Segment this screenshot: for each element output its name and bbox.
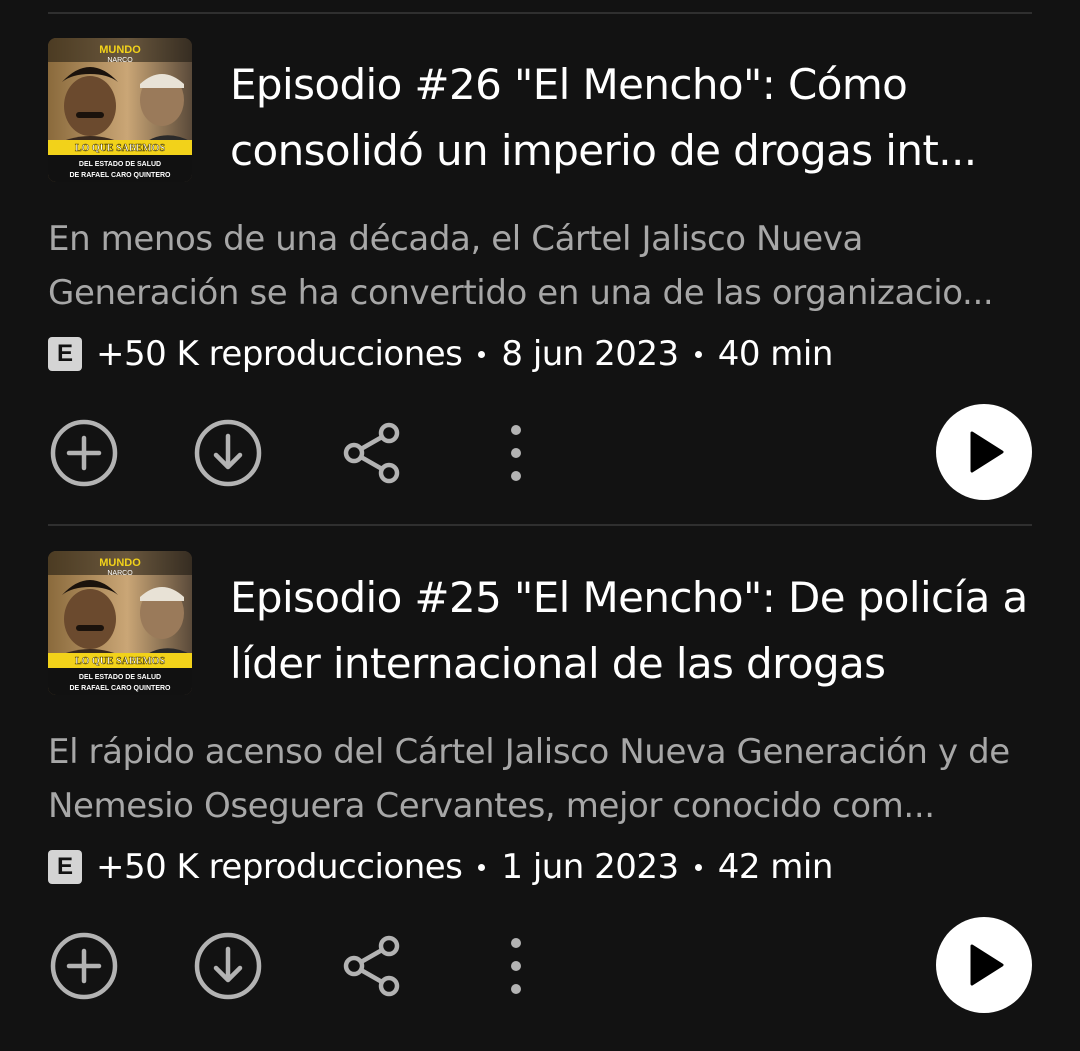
- share-icon: [343, 422, 400, 484]
- share-button[interactable]: [337, 418, 407, 488]
- episode-meta: E +50 K reproducciones 8 jun 2023 40 min: [48, 330, 833, 378]
- episode-artwork: MUNDO NARCO LO QUE SABEMOS DEL ESTADO DE…: [48, 551, 192, 695]
- download-button[interactable]: [193, 418, 263, 488]
- play-icon: [970, 944, 1004, 986]
- more-options-button[interactable]: [481, 931, 551, 1001]
- episode-duration: 42 min: [717, 847, 834, 887]
- add-circle-icon: [50, 419, 118, 487]
- thumbnail-banner-text: LO QUE SABEMOS: [75, 656, 165, 667]
- share-button[interactable]: [337, 931, 407, 1001]
- play-button[interactable]: [936, 917, 1032, 1013]
- thumbnail-brand-bottom: NARCO: [107, 570, 133, 577]
- top-divider: [48, 12, 1032, 14]
- episode-actions: [48, 404, 1032, 500]
- thumbnail-caption-line2: DE RAFAEL CARO QUINTERO: [70, 172, 172, 179]
- episode-artwork: MUNDO NARCO LO QUE SABEMOS DEL ESTADO DE…: [48, 38, 192, 182]
- thumbnail-brand-top: MUNDO: [99, 44, 141, 56]
- episode-duration: 40 min: [717, 334, 834, 374]
- episode-date: 1 jun 2023: [501, 847, 679, 887]
- thumbnail-banner-text: LO QUE SABEMOS: [75, 143, 165, 154]
- explicit-badge: E: [48, 337, 82, 371]
- thumbnail-caption-line1: DEL ESTADO DE SALUD: [79, 161, 161, 168]
- thumbnail-caption-line2: DE RAFAEL CARO QUINTERO: [70, 685, 172, 692]
- more-vertical-icon: [511, 425, 521, 481]
- play-icon: [970, 431, 1004, 473]
- episode-plays: +50 K reproducciones: [96, 847, 463, 887]
- thumbnail-caption-line1: DEL ESTADO DE SALUD: [79, 674, 161, 681]
- more-vertical-icon: [511, 938, 521, 994]
- download-circle-icon: [194, 932, 262, 1000]
- thumbnail-brand-bottom: NARCO: [107, 57, 133, 64]
- episode-row[interactable]: MUNDO NARCO LO QUE SABEMOS DEL ESTADO DE…: [48, 38, 1032, 538]
- episode-meta: E +50 K reproducciones 1 jun 2023 42 min: [48, 843, 833, 891]
- explicit-badge: E: [48, 850, 82, 884]
- separator-dot: [694, 863, 702, 871]
- episode-description: En menos de una década, el Cártel Jalisc…: [48, 219, 994, 313]
- episode-plays: +50 K reproducciones: [96, 334, 463, 374]
- add-circle-icon: [50, 932, 118, 1000]
- play-button[interactable]: [936, 404, 1032, 500]
- more-options-button[interactable]: [481, 418, 551, 488]
- share-icon: [343, 935, 400, 997]
- episode-title[interactable]: Episodio #25 "El Mencho": De policía a l…: [230, 565, 1030, 697]
- separator-dot: [478, 863, 486, 871]
- episode-actions: [48, 917, 1032, 1013]
- separator-dot: [694, 350, 702, 358]
- episode-title[interactable]: Episodio #26 "El Mencho": Cómo consolidó…: [230, 52, 1030, 184]
- separator-dot: [478, 350, 486, 358]
- episode-divider: [48, 524, 1032, 526]
- episode-date: 8 jun 2023: [501, 334, 679, 374]
- episode-row[interactable]: MUNDO NARCO LO QUE SABEMOS DEL ESTADO DE…: [48, 551, 1032, 1051]
- thumbnail-brand-top: MUNDO: [99, 557, 141, 569]
- add-button[interactable]: [49, 418, 119, 488]
- download-button[interactable]: [193, 931, 263, 1001]
- download-circle-icon: [194, 419, 262, 487]
- add-button[interactable]: [49, 931, 119, 1001]
- episode-description: El rápido acenso del Cártel Jalisco Nuev…: [48, 732, 1010, 826]
